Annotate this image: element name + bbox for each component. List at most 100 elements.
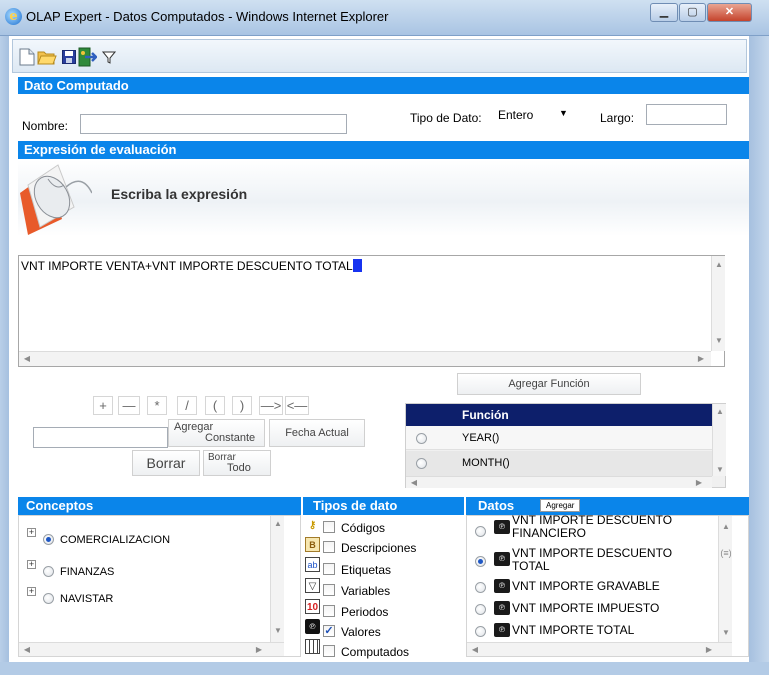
tipo-checkbox[interactable] [323, 521, 335, 533]
expand-icon[interactable]: + [27, 528, 36, 537]
scroll-up-arrow-icon[interactable]: ▲ [272, 519, 284, 529]
dato-item[interactable]: ℗ VNT IMPORTE TOTAL [467, 621, 707, 641]
tipo-checkbox-checked[interactable]: ✓ [323, 625, 335, 637]
tipo-item[interactable]: ab Etiquetas [303, 557, 463, 577]
expand-icon[interactable]: + [27, 560, 36, 569]
dato-item[interactable]: ℗ VNT IMPORTE DESCUENTO FINANCIERO [467, 514, 707, 542]
multiply-operator-button[interactable]: * [147, 396, 167, 415]
dato-radio[interactable] [475, 626, 486, 637]
minus-operator-button[interactable]: — [118, 396, 140, 415]
tipo-checkbox[interactable] [323, 584, 335, 596]
concepto-radio[interactable] [43, 593, 54, 604]
expresion-banner: Escriba la expresión [18, 160, 749, 236]
minimize-button[interactable]: ▁ [650, 3, 678, 22]
largo-input[interactable] [646, 104, 727, 125]
expression-value: VNT IMPORTE VENTA+VNT IMPORTE DESCUENTO … [21, 259, 353, 273]
concepto-radio[interactable] [43, 534, 54, 545]
scroll-up-arrow-icon[interactable]: ▲ [720, 522, 732, 532]
dato-label: VNT IMPORTE DESCUENTO FINANCIERO [512, 514, 672, 540]
scroll-left-arrow-icon[interactable]: ◀ [469, 645, 481, 655]
dato-item[interactable]: ℗ VNT IMPORTE GRAVABLE [467, 577, 707, 597]
scroll-down-arrow-icon[interactable]: ▼ [713, 336, 725, 346]
datos-horizontal-scrollbar[interactable]: ◀ ▶ [467, 642, 732, 656]
tipo-label: Computados [341, 645, 410, 659]
save-icon[interactable] [59, 47, 79, 67]
tree-item[interactable]: + NAVISTAR [27, 585, 227, 607]
constante-input[interactable] [33, 427, 168, 448]
dato-radio[interactable] [475, 582, 486, 593]
scroll-down-arrow-icon[interactable]: ▼ [272, 626, 284, 636]
open-paren-button[interactable]: ( [205, 396, 225, 415]
expression-textarea[interactable]: VNT IMPORTE VENTA+VNT IMPORTE DESCUENTO … [18, 255, 725, 367]
mouse-icon [18, 163, 93, 237]
borrar-button[interactable]: Borrar [132, 450, 200, 476]
agregar-datos-button[interactable]: Agregar [540, 499, 581, 512]
agregar-funcion-button[interactable]: Agregar Función [457, 373, 641, 395]
scroll-down-arrow-icon[interactable]: ▼ [714, 465, 726, 475]
close-paren-button[interactable]: ) [232, 396, 252, 415]
plus-operator-button[interactable]: + [93, 396, 113, 415]
tipo-item[interactable]: ▽ Variables [303, 578, 463, 598]
tipo-item[interactable]: ⚷ Códigos [303, 517, 463, 537]
tipo-de-dato-select[interactable]: Entero ▼ [495, 107, 575, 125]
cursor-right-button[interactable]: —> [259, 396, 283, 415]
dato-item[interactable]: ℗ VNT IMPORTE IMPUESTO [467, 599, 707, 619]
exit-icon[interactable] [77, 47, 97, 67]
scroll-left-arrow-icon[interactable]: ◀ [21, 354, 33, 364]
divide-operator-button[interactable]: / [177, 396, 197, 415]
dato-radio[interactable] [475, 604, 486, 615]
borrar-todo-button[interactable]: Borrar Todo [203, 450, 271, 476]
cursor-left-button[interactable]: <— [285, 396, 309, 415]
conceptos-vertical-scrollbar[interactable]: ▲ ▼ [270, 516, 284, 642]
scroll-right-arrow-icon[interactable]: ▶ [253, 645, 265, 655]
tipo-item[interactable]: B Descripciones [303, 537, 463, 557]
agregar-constante-button[interactable]: Agregar Constante [168, 419, 265, 447]
funcion-horizontal-scrollbar[interactable]: ◀ ▶ [406, 476, 712, 488]
dato-radio[interactable] [475, 556, 486, 567]
nombre-input[interactable] [80, 114, 347, 134]
funcion-column-header: Función [456, 404, 712, 426]
funcion-radio[interactable] [416, 458, 427, 469]
tree-item[interactable]: + FINANZAS [27, 558, 227, 580]
dato-radio[interactable] [475, 526, 486, 537]
funcion-vertical-scrollbar[interactable]: ▲ ▼ [712, 404, 726, 476]
dato-item[interactable]: ℗ VNT IMPORTE DESCUENTO TOTAL [467, 547, 707, 573]
filter-icon[interactable] [99, 47, 119, 67]
concepto-radio[interactable] [43, 566, 54, 577]
tipo-item[interactable]: 10 Periodos [303, 599, 463, 619]
close-button[interactable]: ✕ [707, 3, 752, 22]
scroll-right-arrow-icon[interactable]: ▶ [695, 354, 707, 364]
tipo-checkbox[interactable] [323, 541, 335, 553]
scroll-down-arrow-icon[interactable]: ▼ [720, 628, 732, 638]
scroll-up-arrow-icon[interactable]: ▲ [714, 407, 726, 417]
scroll-left-arrow-icon[interactable]: ◀ [408, 478, 420, 488]
tipo-checkbox[interactable] [323, 605, 335, 617]
new-document-icon[interactable] [17, 47, 37, 67]
tipo-checkbox[interactable] [323, 563, 335, 575]
expression-vertical-scrollbar[interactable]: ▲ ▼ [711, 256, 725, 351]
datos-vertical-scrollbar[interactable]: ▲ (≡) ▼ [718, 516, 732, 642]
scroll-up-arrow-icon[interactable]: ▲ [713, 260, 725, 270]
open-folder-icon[interactable] [37, 47, 57, 67]
datos-header-label: Datos [478, 498, 515, 513]
tipo-item[interactable]: Computados [303, 639, 463, 659]
tipo-item[interactable]: ℗ ✓ Valores [303, 619, 463, 639]
scroll-right-arrow-icon[interactable]: ▶ [703, 645, 715, 655]
tipo-checkbox[interactable] [323, 645, 335, 657]
conceptos-horizontal-scrollbar[interactable]: ◀ ▶ [19, 642, 284, 656]
expand-icon[interactable]: + [27, 587, 36, 596]
scroll-left-arrow-icon[interactable]: ◀ [21, 645, 33, 655]
scroll-thumb[interactable]: (≡) [720, 548, 732, 560]
tipos-de-dato-header: Tipos de dato [303, 497, 464, 515]
expression-horizontal-scrollbar[interactable]: ◀ ▶ [19, 351, 711, 366]
values-icon: ℗ [494, 623, 510, 637]
funcion-row[interactable]: YEAR() [406, 426, 712, 450]
tree-item[interactable]: + COMERCIALIZACION [27, 526, 227, 548]
maximize-button[interactable]: ▢ [679, 3, 706, 22]
scroll-right-arrow-icon[interactable]: ▶ [693, 478, 705, 488]
funcion-row[interactable]: MONTH() [406, 451, 712, 476]
text-caret [352, 259, 362, 272]
values-icon: ℗ [494, 601, 510, 615]
fecha-actual-button[interactable]: Fecha Actual [269, 419, 365, 447]
funcion-radio[interactable] [416, 433, 427, 444]
